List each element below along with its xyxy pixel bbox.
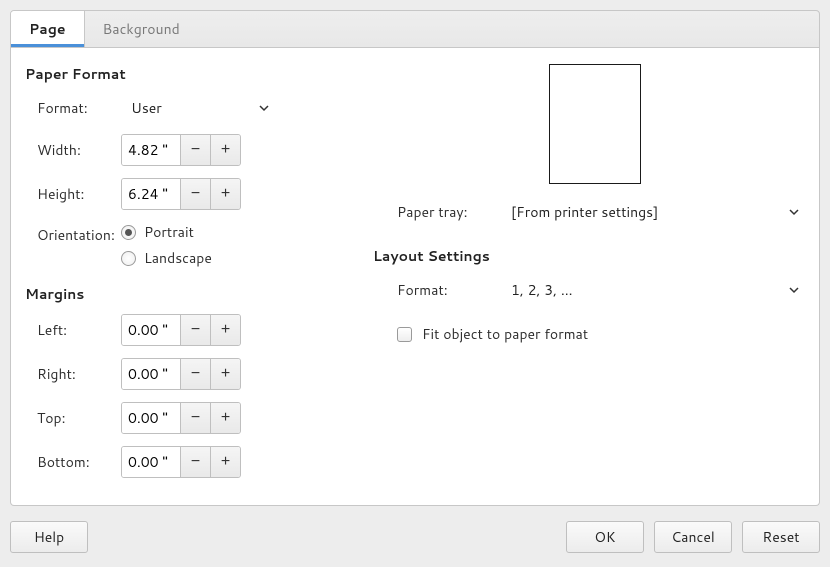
width-input[interactable] [122,135,180,165]
margin-left-stepper: − + [121,314,241,346]
margins-title: Margins [25,284,355,304]
orientation-landscape-label: Landscape [144,248,212,268]
paper-tray-value: [From printer settings] [511,202,658,222]
orientation-portrait-radio[interactable]: Portrait [121,222,212,242]
layout-settings-title: Layout Settings [373,246,805,266]
margin-right-stepper: − + [121,358,241,390]
width-decrease-button[interactable]: − [180,135,210,165]
left-column: Paper Format Format: User Width: [25,60,355,491]
margin-left-label: Left: [25,320,121,340]
reset-button[interactable]: Reset [742,521,820,553]
margin-right-decrease-button[interactable]: − [180,359,210,389]
margin-right-increase-button[interactable]: + [210,359,240,389]
margin-top-stepper: − + [121,402,241,434]
width-increase-button[interactable]: + [210,135,240,165]
ok-button[interactable]: OK [566,521,644,553]
paper-format-title: Paper Format [25,64,355,84]
help-button[interactable]: Help [10,521,88,553]
orientation-landscape-radio[interactable]: Landscape [121,248,212,268]
margin-bottom-input[interactable] [122,447,180,477]
fit-object-label: Fit object to paper format [422,324,588,344]
cancel-button[interactable]: Cancel [654,521,732,553]
height-decrease-button[interactable]: − [180,179,210,209]
layout-format-dropdown[interactable]: 1, 2, 3, ... [505,276,805,304]
page-preview [549,64,641,184]
orientation-label: Orientation: [25,222,121,245]
tab-bar: Page Background [10,10,820,48]
radio-icon [121,225,136,240]
height-stepper: − + [121,178,241,210]
page-tab-panel: Paper Format Format: User Width: [10,48,820,506]
width-stepper: − + [121,134,241,166]
margin-bottom-decrease-button[interactable]: − [180,447,210,477]
tab-background[interactable]: Background [85,11,198,47]
margin-right-label: Right: [25,364,121,384]
radio-icon [121,251,136,266]
layout-format-label: Format: [385,280,505,300]
margin-right-input[interactable] [122,359,180,389]
right-column: Paper tray: [From printer settings] Layo… [385,60,805,491]
paper-tray-dropdown[interactable]: [From printer settings] [505,198,805,226]
margin-top-input[interactable] [122,403,180,433]
height-input[interactable] [122,179,180,209]
margin-left-increase-button[interactable]: + [210,315,240,345]
margin-top-decrease-button[interactable]: − [180,403,210,433]
margin-top-label: Top: [25,408,121,428]
paper-tray-label: Paper tray: [385,202,505,222]
dialog-footer: Help OK Cancel Reset [10,517,820,557]
width-label: Width: [25,140,121,160]
page-preview-area [385,64,805,184]
chevron-down-icon [789,207,799,217]
orientation-portrait-label: Portrait [144,222,194,242]
checkbox-icon [397,327,412,342]
margin-bottom-label: Bottom: [25,452,121,472]
margin-bottom-stepper: − + [121,446,241,478]
tab-page-label: Page [29,19,66,39]
format-dropdown[interactable]: User [121,94,279,122]
chevron-down-icon [259,103,269,113]
tab-page[interactable]: Page [11,11,85,47]
format-value: User [131,98,162,118]
height-label: Height: [25,184,121,204]
margin-bottom-increase-button[interactable]: + [210,447,240,477]
format-label: Format: [25,98,121,118]
margin-left-decrease-button[interactable]: − [180,315,210,345]
chevron-down-icon [789,285,799,295]
height-increase-button[interactable]: + [210,179,240,209]
tab-background-label: Background [103,19,180,39]
fit-object-checkbox[interactable]: Fit object to paper format [397,324,588,344]
layout-format-value: 1, 2, 3, ... [511,280,573,300]
margin-top-increase-button[interactable]: + [210,403,240,433]
page-setup-dialog: Page Background Paper Format Format: Use… [10,10,820,557]
margin-left-input[interactable] [122,315,180,345]
orientation-group: Portrait Landscape [121,222,212,274]
